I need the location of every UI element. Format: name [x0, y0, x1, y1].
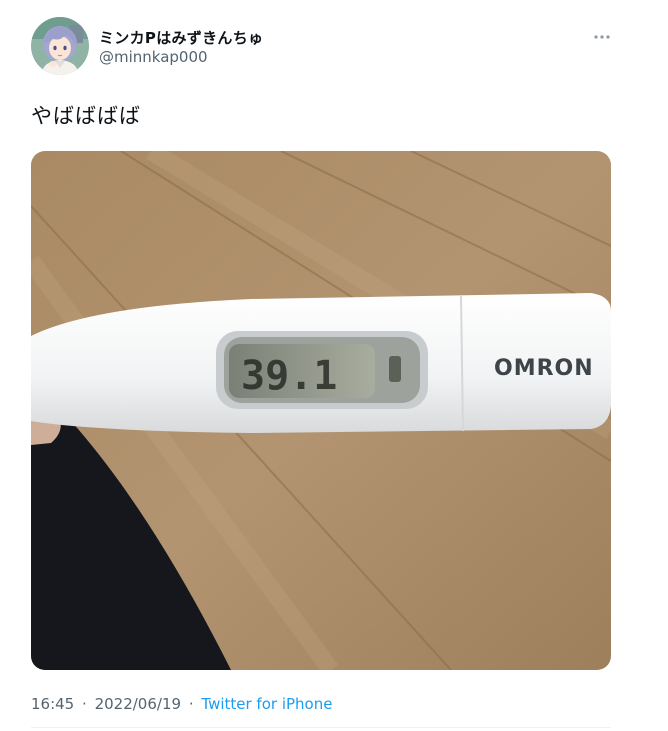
user-handle[interactable]: @minnkap000 — [99, 48, 208, 66]
tweet-time[interactable]: 16:45 — [31, 695, 74, 713]
more-options-button[interactable] — [588, 26, 616, 48]
avatar-image — [31, 17, 89, 75]
display-name[interactable]: ミンカPはみずきんちゅ — [99, 27, 263, 48]
svg-text:39.1: 39.1 — [241, 353, 337, 399]
tweet-meta: 16:45 · 2022/06/19 · Twitter for iPhone — [31, 695, 332, 713]
tweet: ミンカPはみずきんちゅ @minnkap000 やばばばば 39.1 OMRON… — [0, 0, 668, 731]
meta-separator: · — [82, 695, 87, 713]
tweet-source-link[interactable]: Twitter for iPhone — [201, 695, 332, 713]
tweet-photo[interactable]: 39.1 OMRON — [31, 151, 611, 670]
divider — [31, 727, 611, 728]
photo-thermometer: 39.1 OMRON — [31, 151, 611, 670]
meta-separator: · — [188, 695, 194, 713]
svg-text:OMRON: OMRON — [494, 356, 594, 381]
tweet-text: やばばばば — [31, 104, 141, 128]
more-horizontal-icon — [594, 35, 610, 39]
avatar[interactable] — [31, 17, 89, 75]
tweet-date[interactable]: 2022/06/19 — [95, 695, 181, 713]
